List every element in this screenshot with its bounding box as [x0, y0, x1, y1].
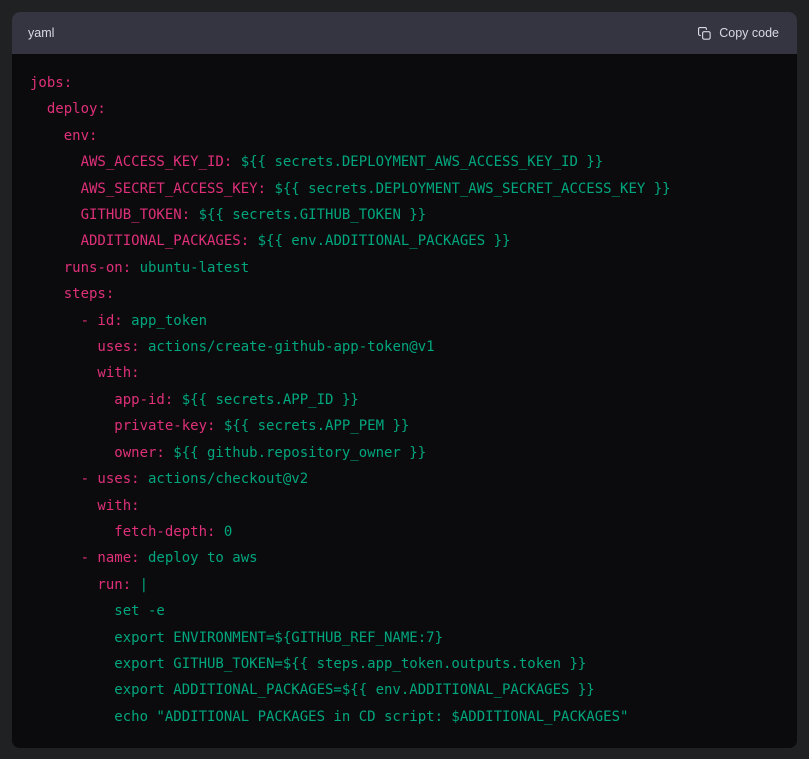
code-line: with: [30, 497, 140, 514]
code-line: AWS_ACCESS_KEY_ID: ${{ secrets.DEPLOYMEN… [30, 154, 604, 171]
code-line: echo "ADDITIONAL PACKAGES in CD script: … [30, 708, 629, 725]
code-line: jobs: [30, 75, 73, 91]
code-line: export ADDITIONAL_PACKAGES=${{ env.ADDIT… [30, 682, 595, 699]
code-line: runs-on: ubuntu-latest [30, 259, 250, 276]
code-block-header: yaml Copy code [12, 12, 797, 54]
code-line: steps: [30, 286, 115, 303]
code-line: set -e [30, 603, 165, 620]
code-line: env: [30, 127, 98, 144]
code-line: private-key: ${{ secrets.APP_PEM }} [30, 418, 410, 435]
code-line: AWS_SECRET_ACCESS_KEY: ${{ secrets.DEPLO… [30, 180, 671, 197]
code-line: run: | [30, 576, 149, 593]
code-line: fetch-depth: 0 [30, 523, 233, 540]
code-line: app-id: ${{ secrets.APP_ID }} [30, 391, 359, 408]
code-line: deploy: [30, 101, 106, 118]
code-body: jobs: deploy: env: AWS_ACCESS_KEY_ID: ${… [12, 54, 797, 749]
copy-code-button[interactable]: Copy code [695, 22, 781, 45]
code-line: - name: deploy to aws [30, 550, 258, 567]
code-line: owner: ${{ github.repository_owner }} [30, 444, 427, 461]
code-content: jobs: deploy: env: AWS_ACCESS_KEY_ID: ${… [30, 70, 779, 730]
code-line: export GITHUB_TOKEN=${{ steps.app_token.… [30, 655, 587, 672]
code-line: GITHUB_TOKEN: ${{ secrets.GITHUB_TOKEN }… [30, 207, 427, 224]
page: yaml Copy code jobs: deploy: env: AWS_AC… [0, 0, 809, 759]
copy-code-label: Copy code [719, 26, 779, 40]
code-line: - id: app_token [30, 312, 208, 329]
copy-icon [697, 26, 712, 41]
code-block: yaml Copy code jobs: deploy: env: AWS_AC… [12, 12, 797, 749]
code-line: - uses: actions/checkout@v2 [30, 471, 309, 488]
language-label: yaml [28, 26, 55, 40]
code-line: export ENVIRONMENT=${GITHUB_REF_NAME:7} [30, 629, 444, 646]
code-line: uses: actions/create-github-app-token@v1 [30, 339, 435, 356]
code-line: with: [30, 365, 140, 382]
code-line: ADDITIONAL_PACKAGES: ${{ env.ADDITIONAL_… [30, 233, 511, 250]
